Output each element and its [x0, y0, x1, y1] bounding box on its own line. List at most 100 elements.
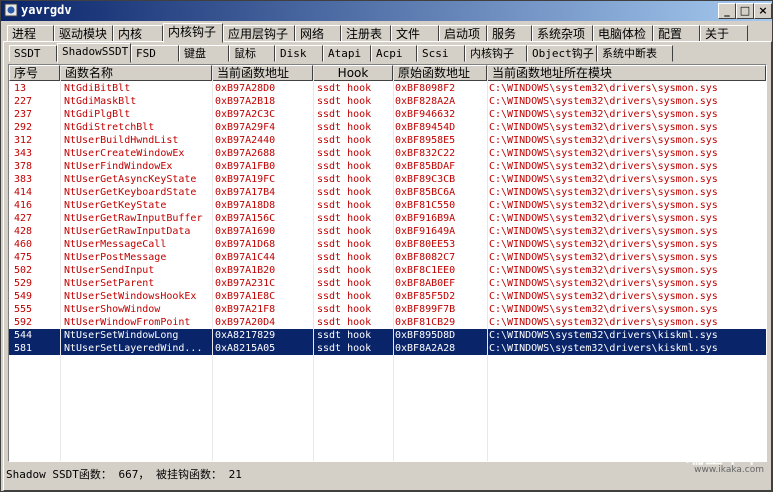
main-tab[interactable]: 驱动模块 [54, 25, 113, 42]
table-row[interactable]: 549 NtUserSetWindowsHookEx 0xB97A1E8C ssdt … [9, 290, 766, 303]
table-cell: C:\WINDOWS\system32\drivers\sysmon.sys [489, 174, 718, 185]
column-header[interactable]: 序号 [9, 65, 60, 81]
table-cell: 0xB97A17B4 [215, 187, 276, 198]
table-row[interactable]: 312 NtUserBuildHwndList 0xB97A2440 ssdt hoo… [9, 134, 766, 147]
main-tab[interactable]: 启动项 [439, 25, 487, 42]
minimize-button[interactable]: _ [718, 3, 736, 19]
table-cell: 0xB97A2B18 [215, 96, 276, 107]
table-cell: NtUserSetWindowLong [64, 330, 179, 341]
table-cell: ssdt hook [317, 122, 372, 133]
table-cell: NtGdiPlgBlt [64, 109, 131, 120]
table-row[interactable]: 460 NtUserMessageCall 0xB97A1D68 ssdt hook 0… [9, 238, 766, 251]
table-row[interactable]: 428 NtUserGetRawInputData 0xB97A1690 ssdt h… [9, 225, 766, 238]
column-header[interactable]: 当前函数地址所在模块 [487, 65, 766, 81]
table-cell: C:\WINDOWS\system32\drivers\sysmon.sys [489, 135, 718, 146]
table-cell: C:\WINDOWS\system32\drivers\kiskml.sys [489, 330, 718, 341]
sub-tab[interactable]: Atapi [323, 45, 371, 62]
table-cell: 292 [14, 122, 33, 133]
table-cell: ssdt hook [317, 96, 372, 107]
table-cell: NtGdiStretchBlt [64, 122, 155, 133]
table-cell: 0xB97A2C3C [215, 109, 276, 120]
status-text: Shadow SSDT函数： 667， 被挂钩函数： 21 [6, 468, 242, 481]
table-cell: ssdt hook [317, 226, 372, 237]
table-row[interactable]: 529 NtUserSetParent 0xB97A231C ssdt hook 0xB… [9, 277, 766, 290]
table-row[interactable]: 343 NtUserCreateWindowEx 0xB97A2688 ssdt ho… [9, 147, 766, 160]
sub-tab[interactable]: FSD [131, 45, 179, 62]
sub-tab[interactable]: SSDT [9, 45, 57, 62]
table-row[interactable]: 592 NtUserWindowFromPoint 0xB97A20D4 ssdt h… [9, 316, 766, 329]
table-row[interactable]: 378 NtUserFindWindowEx 0xB97A1FB0 ssdt hook… [9, 160, 766, 173]
sub-tab[interactable]: Object钩子 [527, 45, 597, 62]
table-cell: 0xB97A28D0 [215, 83, 276, 94]
maximize-button[interactable]: □ [736, 3, 754, 19]
main-tab[interactable]: 关于 [700, 25, 748, 42]
table-row[interactable]: 292 NtGdiStretchBlt 0xB97A29F4 ssdt hook 0xB… [9, 121, 766, 134]
column-header[interactable]: Hook [313, 65, 393, 81]
table-cell: ssdt hook [317, 187, 372, 198]
main-tab[interactable]: 应用层钩子 [223, 25, 295, 42]
main-tab[interactable]: 文件 [391, 25, 439, 42]
column-header[interactable]: 函数名称 [60, 65, 212, 81]
table-row[interactable]: 416 NtUserGetKeyState 0xB97A18D8 ssdt hook 0… [9, 199, 766, 212]
table-cell: 414 [14, 187, 33, 198]
sub-tab[interactable]: Acpi [371, 45, 417, 62]
table-cell: C:\WINDOWS\system32\drivers\sysmon.sys [489, 278, 718, 289]
sub-tab[interactable]: 内核钩子 [465, 45, 527, 62]
table-cell: 0xBF81CB29 [395, 317, 456, 328]
sub-tab[interactable]: ShadowSSDT [57, 43, 131, 63]
main-tab-bar: 进程 驱动模块 内核 内核钩子 应用层钩子 网络 注册表 文件 启动项 服务 系统杂项 电脑体检 配置关… [3, 23, 771, 43]
main-tab[interactable]: 进程 [7, 25, 54, 42]
main-tab[interactable]: 网络 [295, 25, 341, 42]
table-cell: 0xBF8AB0EF [395, 278, 456, 289]
main-tab[interactable]: 服务 [487, 25, 532, 42]
sub-tab[interactable]: Scsi [417, 45, 465, 62]
table-row[interactable]: 227 NtGdiMaskBlt 0xB97A2B18 ssdt hook 0xBF82… [9, 95, 766, 108]
sub-tab[interactable]: 鼠标 [229, 45, 275, 62]
table-cell: 0xB97A1690 [215, 226, 276, 237]
table-cell: 378 [14, 161, 33, 172]
table-cell: ssdt hook [317, 265, 372, 276]
table-row[interactable]: 502 NtUserSendInput 0xB97A1B20 ssdt hook 0xB… [9, 264, 766, 277]
sub-tab[interactable]: 系统中断表 [597, 45, 673, 62]
table-cell: NtUserBuildHwndList [64, 135, 179, 146]
sub-tab[interactable]: Disk [275, 45, 323, 62]
table-cell: 460 [14, 239, 33, 250]
table-row[interactable]: 383 NtUserGetAsyncKeyState 0xB97A19FC ssdt … [9, 173, 766, 186]
watermark: 瑞星卡卡 www.ikaka.com [640, 443, 768, 477]
table-row[interactable]: 237 NtGdiPlgBlt 0xB97A2C3C ssdt hook 0xBF946… [9, 108, 766, 121]
main-tab[interactable]: 内核 [113, 25, 163, 42]
table-row[interactable]: 475 NtUserPostMessage 0xB97A1C44 ssdt hook 0… [9, 251, 766, 264]
main-tab[interactable]: 配置 [653, 25, 700, 42]
table-cell: 0xA8217829 [215, 330, 276, 341]
table-row[interactable]: 13 NtGdiBitBlt 0xB97A28D0 ssdt hook 0xBF8098… [9, 82, 766, 95]
table-cell: ssdt hook [317, 239, 372, 250]
main-tab[interactable]: 电脑体检 [593, 25, 653, 42]
table-row[interactable]: 544 NtUserSetWindowLong 0xA8217829 ssdt hoo… [9, 329, 766, 342]
title-bar[interactable]: yavrgdv _ □ × [1, 1, 772, 21]
table-cell: ssdt hook [317, 109, 372, 120]
table-cell: 0xBF8958E5 [395, 135, 456, 146]
table-cell: C:\WINDOWS\system32\drivers\sysmon.sys [489, 252, 718, 263]
hook-list[interactable]: 序号 函数名称 当前函数地址 Hook 原始函数地址 当前函数地址所在模块 13 NtGdi… [8, 64, 767, 462]
sub-tab[interactable]: 键盘 [179, 45, 229, 62]
column-header[interactable]: 当前函数地址 [212, 65, 313, 81]
table-cell: NtUserSetParent [64, 278, 155, 289]
table-cell: C:\WINDOWS\system32\drivers\sysmon.sys [489, 239, 718, 250]
close-button[interactable]: × [754, 3, 772, 19]
main-tab[interactable]: 系统杂项 [532, 25, 593, 42]
table-cell: 312 [14, 135, 33, 146]
table-cell: NtUserCreateWindowEx [64, 148, 185, 159]
table-cell: 0xBF8C1EE0 [395, 265, 456, 276]
main-tab[interactable]: 注册表 [341, 25, 391, 42]
table-row[interactable]: 427 NtUserGetRawInputBuffer 0xB97A156C ssdt… [9, 212, 766, 225]
main-tab[interactable]: 内核钩子 [163, 23, 223, 43]
table-cell: ssdt hook [317, 330, 372, 341]
table-cell: ssdt hook [317, 174, 372, 185]
table-row[interactable]: 581 NtUserSetLayeredWind... 0xA8215A05 ssdt… [9, 342, 766, 355]
table-cell: C:\WINDOWS\system32\drivers\sysmon.sys [489, 317, 718, 328]
table-row[interactable]: 555 NtUserShowWindow 0xB97A21F8 ssdt hook 0x… [9, 303, 766, 316]
table-cell: 544 [14, 330, 33, 341]
table-cell: C:\WINDOWS\system32\drivers\sysmon.sys [489, 83, 718, 94]
column-header[interactable]: 原始函数地址 [393, 65, 487, 81]
table-row[interactable]: 414 NtUserGetKeyboardState 0xB97A17B4 ssdt … [9, 186, 766, 199]
